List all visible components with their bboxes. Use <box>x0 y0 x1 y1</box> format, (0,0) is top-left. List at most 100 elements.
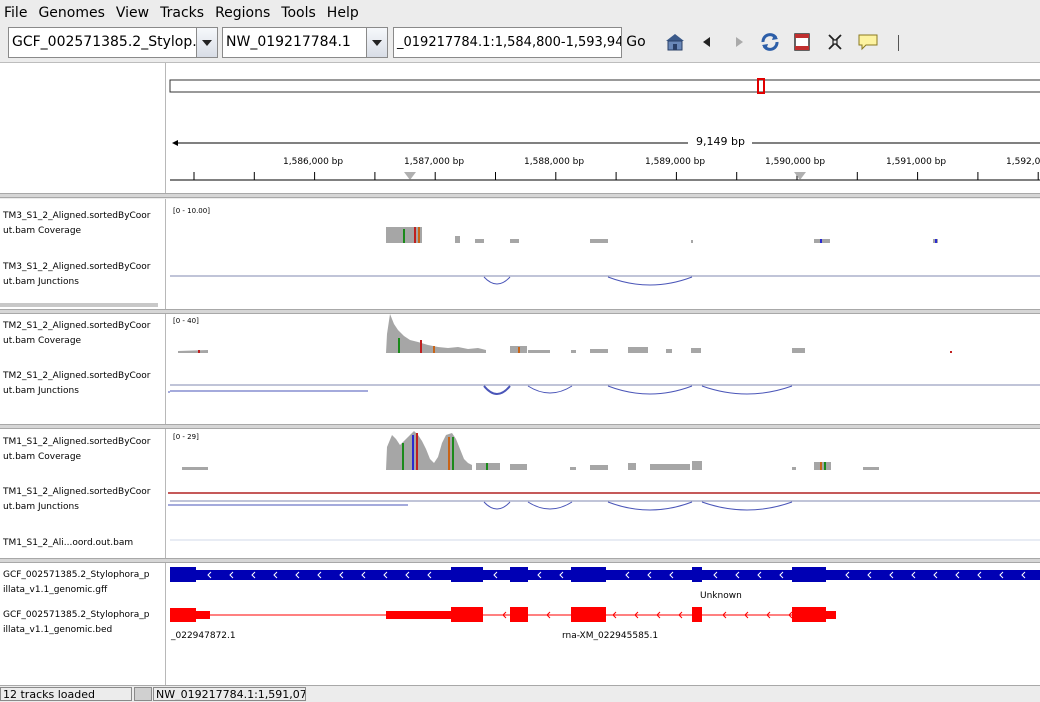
track-name-line: TM2_S1_2_Aligned.sortedByCoor <box>3 321 151 331</box>
bed-exon[interactable] <box>451 607 483 622</box>
gff-exon[interactable] <box>792 567 826 582</box>
ruler-pane: 9,149 bp 1,586,000 bp 1,587,000 bp 1,588… <box>0 63 1040 193</box>
bed-exon[interactable] <box>571 607 606 622</box>
mismatch-mark <box>414 227 416 243</box>
feature-data-panel[interactable]: Unknown _022947872.1 rna-XM_022945585.1 <box>168 563 1040 685</box>
home-icon[interactable] <box>664 32 686 52</box>
go-button[interactable]: Go <box>624 27 648 58</box>
back-arrow-icon[interactable] <box>700 32 714 52</box>
track-name-line: ut.bam Junctions <box>3 277 79 287</box>
memory-indicator-icon <box>134 687 152 701</box>
chevron-down-icon[interactable] <box>196 28 217 57</box>
mismatch-mark <box>452 437 454 470</box>
mismatch-mark <box>198 350 200 353</box>
track-name-line: TM1_S1_2_Aligned.sortedByCoor <box>3 437 151 447</box>
track-name-tm2-coverage[interactable]: TM2_S1_2_Aligned.sortedByCoor ut.bam Cov… <box>3 319 151 349</box>
track-name-line: ut.bam Coverage <box>3 336 82 346</box>
coverage-bar <box>475 239 484 243</box>
tm2-coverage-bars <box>178 314 805 353</box>
tm1-label-area: TM1_S1_2_Aligned.sortedByCoor ut.bam Cov… <box>0 429 166 558</box>
gff-exon[interactable] <box>571 567 606 582</box>
track-name-line: GCF_002571385.2_Stylophora_p <box>3 610 150 620</box>
track-name-tm1-junctions[interactable]: TM1_S1_2_Aligned.sortedByCoor ut.bam Jun… <box>3 485 151 515</box>
tick-label: 1,589,000 bp <box>645 157 706 167</box>
bed-utr[interactable] <box>826 611 836 619</box>
mismatch-mark <box>412 435 414 470</box>
tm2-data-panel[interactable]: [0 - 40] <box>168 314 1040 424</box>
coverage-bar <box>455 236 460 243</box>
chromosome-dropdown[interactable]: NW_019217784.1 <box>222 27 388 58</box>
locus-input[interactable]: _019217784.1:1,584,800-1,593,947 <box>393 27 622 58</box>
track-name-line: TM1_S1_2_Ali...oord.out.bam <box>3 538 134 548</box>
refresh-icon[interactable] <box>759 32 781 52</box>
bed-exon[interactable] <box>510 607 528 622</box>
bed-exon[interactable] <box>692 607 702 622</box>
bed-exon[interactable] <box>170 608 196 622</box>
coverage-bar <box>510 464 527 470</box>
junction-arc <box>607 276 693 286</box>
resize-to-window-icon[interactable] <box>826 32 844 52</box>
cursor-position-status: NW_019217784.1:1,591,072 <box>153 687 306 701</box>
tick-label: 1,586,000 bp <box>283 157 344 167</box>
coverage-bar <box>570 467 576 470</box>
menu-tracks[interactable]: Tracks <box>155 0 210 26</box>
junction-arc <box>527 501 573 510</box>
coverage-bar <box>650 464 690 470</box>
tick-label: 1,592,0 <box>1006 157 1040 167</box>
coverage-bar <box>692 461 702 470</box>
gff-exon[interactable] <box>170 567 196 582</box>
pane-divider[interactable] <box>0 193 1040 198</box>
coverage-bar <box>628 463 636 470</box>
toolbar-separator <box>898 35 899 51</box>
ruler-panel[interactable]: 9,149 bp 1,586,000 bp 1,587,000 bp 1,588… <box>168 63 1040 193</box>
coverage-bar <box>590 465 608 470</box>
tm2-junction-arcs <box>170 385 793 395</box>
gff-exon[interactable] <box>451 567 483 582</box>
junction-arc <box>483 276 511 285</box>
track-name-line: GCF_002571385.2_Stylophora_p <box>3 570 150 580</box>
feature-graphics <box>170 567 1040 622</box>
track-name-tm3-coverage[interactable]: TM3_S1_2_Aligned.sortedByCoor ut.bam Cov… <box>3 209 151 239</box>
junction-arc <box>483 385 511 395</box>
chevron-down-icon[interactable] <box>366 28 387 57</box>
coverage-bar <box>792 348 805 353</box>
region-of-interest-icon[interactable] <box>793 32 811 52</box>
genome-dropdown[interactable]: GCF_002571385.2_Stylop... <box>8 27 218 58</box>
ruler-graphics <box>169 78 1040 181</box>
track-name-tm2-junctions[interactable]: TM2_S1_2_Aligned.sortedByCoor ut.bam Jun… <box>3 369 151 399</box>
tm1-data-panel[interactable]: [0 - 29] <box>168 429 1040 558</box>
track-name-line: ut.bam Junctions <box>3 386 79 396</box>
menu-regions[interactable]: Regions <box>210 0 276 26</box>
gff-exon[interactable] <box>692 567 702 582</box>
tm3-label-area: TM3_S1_2_Aligned.sortedByCoor ut.bam Cov… <box>0 199 166 309</box>
track-name-tm3-junctions[interactable]: TM3_S1_2_Aligned.sortedByCoor ut.bam Jun… <box>3 260 151 290</box>
feature-name-label: _022947872.1 <box>171 631 236 641</box>
coverage-bar <box>590 239 608 243</box>
track-name-tm1-coverage[interactable]: TM1_S1_2_Aligned.sortedByCoor ut.bam Cov… <box>3 435 151 465</box>
track-name-line: illata_v1.1_genomic.bed <box>3 625 113 635</box>
tm3-data-panel[interactable]: [0 - 10.00] <box>168 199 1040 309</box>
popup-info-icon[interactable] <box>857 32 879 52</box>
mismatch-mark <box>403 229 405 243</box>
tick-label: 1,587,000 bp <box>404 157 465 167</box>
chromosome-ideogram[interactable] <box>169 79 1040 93</box>
bed-utr[interactable] <box>196 611 210 619</box>
tick-label: 1,588,000 bp <box>524 157 585 167</box>
track-name-gff[interactable]: GCF_002571385.2_Stylophora_p illata_v1.1… <box>3 568 149 598</box>
menu-tools[interactable]: Tools <box>276 0 322 26</box>
coverage-bar <box>814 462 831 470</box>
pane-scrollbar[interactable] <box>0 303 158 307</box>
track-name-tm1-alignments[interactable]: TM1_S1_2_Ali...oord.out.bam <box>3 536 133 551</box>
track-name-bed[interactable]: GCF_002571385.2_Stylophora_p illata_v1.1… <box>3 608 149 638</box>
menu-view[interactable]: View <box>111 0 155 26</box>
coverage-bar <box>571 350 576 353</box>
menu-genomes[interactable]: Genomes <box>33 0 110 26</box>
ruler-label-area <box>0 63 166 193</box>
gff-exon[interactable] <box>510 567 528 582</box>
menu-file[interactable]: File <box>0 0 33 26</box>
minor-ticks <box>193 172 1039 180</box>
track-name-line: illata_v1.1_genomic.gff <box>3 585 108 595</box>
menu-help[interactable]: Help <box>322 0 365 26</box>
bed-exon[interactable] <box>792 607 826 622</box>
forward-arrow-icon[interactable] <box>732 32 746 52</box>
